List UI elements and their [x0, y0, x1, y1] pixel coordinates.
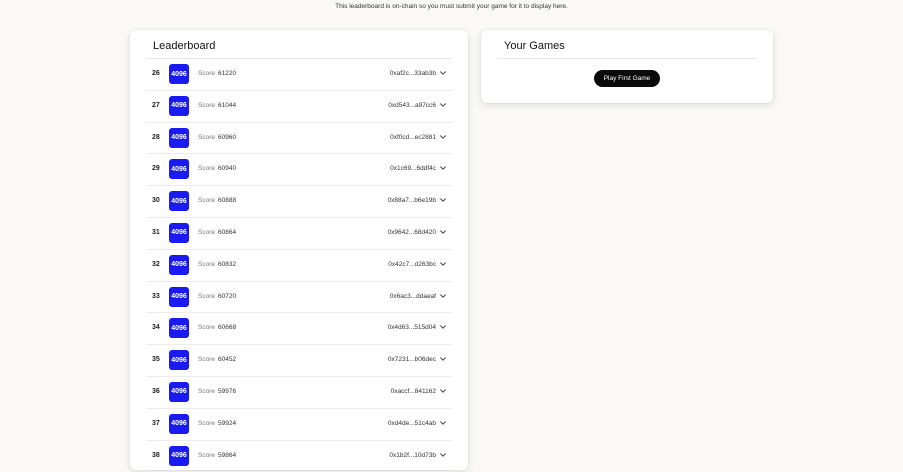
rank-number: 37 [152, 419, 160, 427]
leaderboard-row[interactable]: 31 4096 Score 60864 0x9642...68d420 [146, 218, 452, 250]
score-label: Score [198, 451, 215, 459]
player-address: 0x88a7...b6e19b [387, 197, 436, 205]
score-label: Score [198, 228, 215, 236]
player-address: 0xaf2c...33ab3b [389, 70, 436, 77]
score-value: 61220 [218, 70, 237, 77]
tile-badge: 4096 [169, 159, 189, 180]
score-label: Score [198, 260, 215, 268]
score-label: Score [198, 356, 215, 364]
rank-number: 32 [152, 260, 160, 268]
your-games-title: Your Games [504, 40, 565, 52]
score-value: 60940 [218, 165, 237, 173]
leaderboard-notice: This leaderboard is on-chain so you must… [335, 3, 568, 10]
leaderboard-title: Leaderboard [153, 40, 216, 52]
leaderboard-row[interactable]: 26 4096 Score 61220 0xaf2c...33ab3b [146, 59, 452, 91]
play-first-game-button[interactable]: Play First Game [594, 70, 660, 87]
score-label: Score [198, 387, 215, 395]
rank-number: 30 [152, 197, 160, 205]
chevron-down-icon[interactable] [439, 69, 447, 77]
chevron-down-icon[interactable] [439, 101, 447, 109]
player-address: 0xd4de...51c4ab [387, 419, 436, 427]
leaderboard-row[interactable]: 30 4096 Score 60888 0x88a7...b6e19b [146, 186, 452, 218]
chevron-down-icon[interactable] [439, 292, 447, 300]
score-label: Score [198, 292, 215, 300]
player-address: 0x42c7...d263bc [388, 260, 436, 268]
tile-badge: 4096 [169, 413, 189, 434]
chevron-down-icon[interactable] [439, 260, 447, 268]
tile-badge: 4096 [169, 64, 189, 84]
rank-number: 31 [152, 228, 160, 236]
score-value: 59864 [218, 451, 237, 459]
score-value: 59976 [218, 387, 237, 395]
rank-number: 38 [152, 451, 160, 459]
chevron-down-icon[interactable] [439, 323, 447, 331]
score-label: Score [198, 101, 215, 109]
score-value: 60720 [218, 292, 237, 300]
score-label: Score [198, 165, 215, 173]
chevron-down-icon[interactable] [439, 133, 447, 141]
tile-badge: 4096 [169, 95, 189, 116]
player-address: 0x9642...68d420 [387, 228, 436, 236]
tile-badge: 4096 [169, 254, 189, 275]
tile-badge: 4096 [169, 286, 189, 307]
leaderboard-row[interactable]: 38 4096 Score 59864 0x1b2f...10d73b [146, 441, 452, 472]
rank-number: 35 [152, 356, 160, 364]
score-value: 60888 [218, 197, 237, 205]
rank-number: 34 [152, 324, 160, 332]
leaderboard-row[interactable]: 27 4096 Score 61044 0xd543...a97cc6 [146, 91, 452, 123]
tile-badge: 4096 [169, 222, 189, 243]
leaderboard-row[interactable]: 29 4096 Score 60940 0x1c69...6ddf4c [146, 154, 452, 187]
chevron-down-icon[interactable] [439, 164, 447, 172]
chevron-down-icon[interactable] [439, 419, 447, 427]
leaderboard-row[interactable]: 28 4096 Score 60960 0xf0cd...ec2881 [146, 123, 452, 155]
leaderboard-row[interactable]: 34 4096 Score 60668 0x4d63...515d04 [146, 313, 452, 346]
player-address: 0x4d63...515d04 [387, 324, 436, 332]
score-label: Score [198, 324, 215, 332]
chevron-down-icon[interactable] [439, 451, 447, 459]
tile-badge: 4096 [169, 350, 189, 371]
score-label: Score [198, 197, 215, 205]
score-label: Score [198, 133, 215, 141]
chevron-down-icon[interactable] [439, 228, 447, 236]
tile-badge: 4096 [169, 318, 189, 339]
rank-number: 26 [152, 70, 160, 77]
leaderboard-row[interactable]: 36 4096 Score 59976 0xaccf...841162 [146, 377, 452, 409]
leaderboard-card: Leaderboard 26 4096 Score 61220 0xaf2c...33a… [130, 30, 468, 472]
score-value: 60668 [218, 324, 237, 332]
chevron-down-icon[interactable] [439, 387, 447, 395]
leaderboard-row[interactable]: 35 4096 Score 60452 0x7231...b06dec [146, 345, 452, 377]
score-value: 60452 [218, 356, 237, 364]
score-value: 60960 [218, 133, 237, 141]
player-address: 0xf0cd...ec2881 [390, 133, 436, 141]
rank-number: 28 [152, 133, 160, 141]
tile-badge: 4096 [169, 381, 189, 402]
leaderboard-row[interactable]: 37 4096 Score 59924 0xd4de...51c4ab [146, 409, 452, 441]
tile-badge: 4096 [169, 127, 189, 148]
divider [497, 58, 757, 59]
tile-badge: 4096 [169, 445, 189, 466]
rank-number: 27 [152, 101, 160, 109]
player-address: 0x7231...b06dec [387, 356, 436, 364]
leaderboard-list: 26 4096 Score 61220 0xaf2c...33ab3b 27 4096 Sco… [146, 59, 452, 472]
rank-number: 29 [152, 165, 160, 173]
rank-number: 33 [152, 292, 160, 300]
score-label: Score [198, 70, 215, 77]
chevron-down-icon[interactable] [439, 355, 447, 363]
player-address: 0x1c69...6ddf4c [390, 165, 436, 173]
player-address: 0x6ac3...ddaeaf [389, 292, 436, 300]
player-address: 0xaccf...841162 [390, 387, 436, 395]
score-value: 59924 [218, 419, 237, 427]
score-value: 60832 [218, 260, 237, 268]
score-value: 60864 [218, 228, 237, 236]
rank-number: 36 [152, 387, 160, 395]
tile-badge: 4096 [169, 191, 189, 212]
chevron-down-icon[interactable] [439, 196, 447, 204]
player-address: 0x1b2f...10d73b [389, 451, 436, 459]
player-address: 0xd543...a97cc6 [388, 101, 436, 109]
score-value: 61044 [218, 101, 237, 109]
score-label: Score [198, 419, 215, 427]
leaderboard-row[interactable]: 32 4096 Score 60832 0x42c7...d263bc [146, 250, 452, 282]
leaderboard-row[interactable]: 33 4096 Score 60720 0x6ac3...ddaeaf [146, 282, 452, 314]
your-games-card: Your Games Play First Game [481, 30, 773, 103]
